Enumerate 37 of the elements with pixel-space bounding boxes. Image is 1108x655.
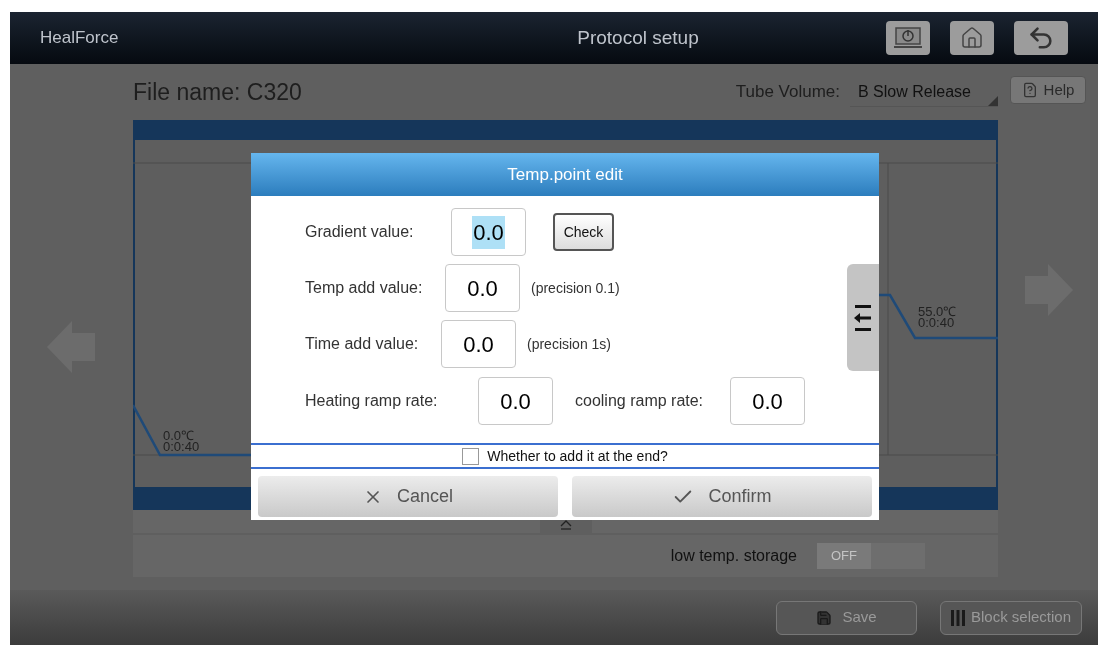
value-field[interactable]: 0.0: [445, 264, 520, 312]
home-icon: [960, 26, 984, 50]
add-at-end-label: Whether to add it at the end?: [487, 446, 668, 466]
expand-handle-icon[interactable]: [560, 520, 572, 530]
temp-add-label: Temp add value:: [305, 278, 424, 298]
tube-volume-dropdown[interactable]: B Slow Release: [850, 77, 998, 107]
help-button[interactable]: Help: [1010, 76, 1086, 104]
power-monitor-icon: [893, 26, 923, 50]
cancel-button[interactable]: Cancel: [258, 476, 558, 517]
precision-hint: (precision 1s): [527, 334, 612, 354]
cooling-rate-label: cooling ramp rate:: [575, 391, 705, 411]
window-title: Protocol setup: [576, 25, 700, 50]
precision-hint: (precision 0.1): [531, 278, 620, 298]
brand-label: HealForce: [40, 27, 120, 50]
check-button[interactable]: Check: [553, 213, 614, 251]
value-field[interactable]: 0.0: [441, 320, 516, 368]
help-icon: [1021, 82, 1038, 98]
value-field[interactable]: 0.0: [730, 377, 805, 425]
home-button[interactable]: [950, 21, 994, 55]
back-button[interactable]: [1014, 21, 1068, 55]
tube-volume-label: Tube Volume:: [735, 81, 840, 104]
columns-icon: [950, 609, 965, 626]
collapse-list-icon: [854, 303, 872, 332]
power-button[interactable]: [886, 21, 930, 55]
confirm-button[interactable]: Confirm: [572, 476, 872, 517]
save-icon: [816, 609, 833, 626]
dialog-title: Temp.point edit: [507, 163, 623, 186]
back-icon: [1027, 24, 1055, 52]
add-at-end-checkbox[interactable]: [462, 447, 480, 465]
gradient-label: Gradient value:: [305, 222, 415, 242]
value-field[interactable]: 0.0: [478, 377, 553, 425]
side-panel-tab[interactable]: [847, 264, 879, 371]
time-add-label: Time add value:: [305, 334, 420, 354]
value-field[interactable]: 0.0: [451, 208, 526, 256]
low-temp-storage-label: low temp. storage: [670, 546, 797, 566]
file-name-label: File name: C320: [133, 77, 302, 107]
heating-rate-label: Heating ramp rate:: [305, 391, 439, 411]
